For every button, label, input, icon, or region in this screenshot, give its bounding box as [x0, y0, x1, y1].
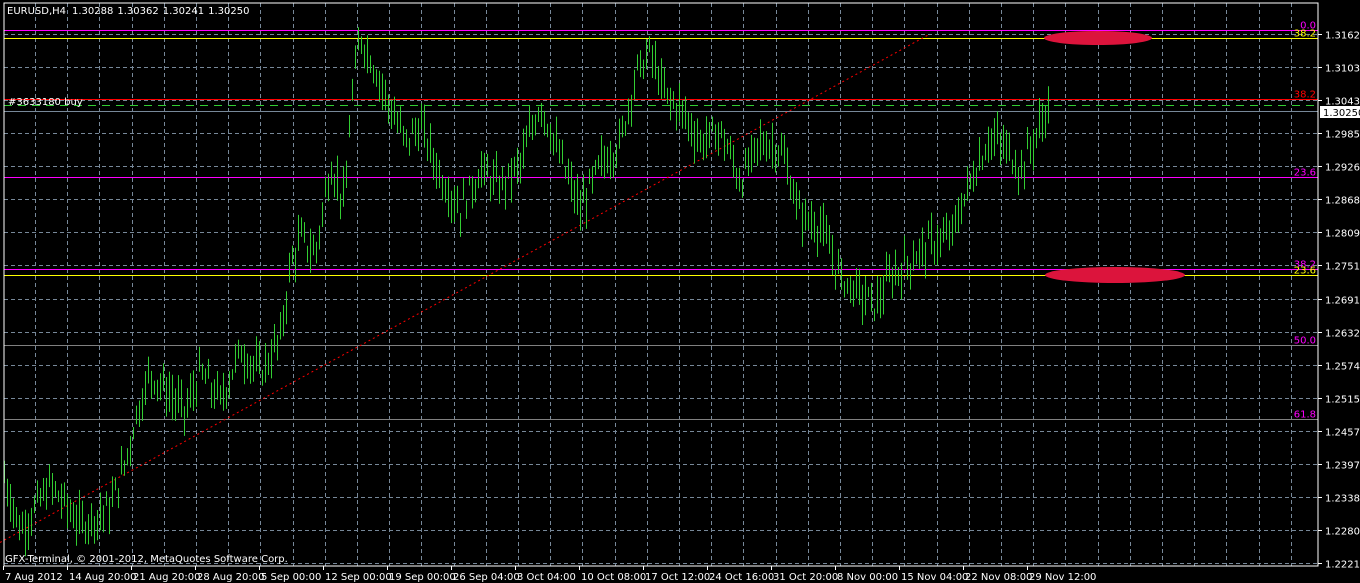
fib-level-label: 38.2	[1294, 90, 1316, 101]
x-tick-label: 8 Nov 00:00	[837, 572, 898, 583]
y-tick-label: 1.24570	[1325, 428, 1360, 439]
y-tick-label: 1.26325	[1325, 329, 1360, 340]
x-tick-label: 5 Sep 00:00	[261, 572, 321, 583]
y-tick-label: 1.25155	[1325, 395, 1360, 406]
fib-level-label: 23.6	[1294, 168, 1316, 179]
y-tick-label: 1.29850	[1325, 130, 1360, 141]
price-bars	[4, 27, 1049, 557]
y-tick-label: 1.31620	[1325, 31, 1360, 42]
x-tick-label: 14 Aug 20:00	[69, 572, 136, 583]
ellipse-bottom[interactable]	[1045, 267, 1185, 283]
fib-level-label: 23.6	[1294, 266, 1316, 277]
x-tick-label: 3 Oct 04:00	[517, 572, 576, 583]
x-tick-label: 10 Oct 08:00	[581, 572, 646, 583]
fib-level-label: 61.8	[1294, 410, 1316, 421]
x-tick-label: 29 Nov 12:00	[1029, 572, 1096, 583]
y-tick-label: 1.28095	[1325, 229, 1360, 240]
fib-level-label: 38.2	[1294, 29, 1316, 40]
x-tick-label: 26 Sep 04:00	[453, 572, 520, 583]
current-price-label: 1.30250	[1323, 108, 1360, 119]
copyright-text: GFX-Terminal, © 2001-2012, MetaQuotes So…	[5, 554, 288, 565]
high-value: 1.30362	[117, 6, 158, 17]
y-tick-label: 1.22800	[1325, 527, 1360, 538]
y-tick-label: 1.29265	[1325, 163, 1360, 174]
y-tick-label: 1.27510	[1325, 262, 1360, 273]
x-tick-label: 7 Aug 2012	[5, 572, 63, 583]
ellipse-top[interactable]	[1044, 31, 1152, 45]
price-chart[interactable]: 0.038.238.223.638.223.650.061.8 1.316201…	[0, 0, 1360, 583]
x-tick-label: 19 Sep 00:00	[389, 572, 456, 583]
y-tick-label: 1.30435	[1325, 97, 1360, 108]
x-tick-label: 17 Oct 12:00	[645, 572, 710, 583]
close-value: 1.30250	[208, 6, 249, 17]
trendline[interactable]	[0, 33, 931, 543]
chart-header: EURUSD,H4 1.30288 1.30362 1.30241 1.30250	[7, 6, 249, 17]
y-tick-label: 1.23970	[1325, 461, 1360, 472]
x-tick-label: 15 Nov 04:00	[901, 572, 968, 583]
time-axis[interactable]: 7 Aug 2012 14 Aug 20:0021 Aug 20:0028 Aug…	[3, 566, 1097, 583]
x-tick-label: 22 Nov 08:00	[965, 572, 1032, 583]
y-tick-label: 1.28680	[1325, 196, 1360, 207]
y-tick-label: 1.31035	[1325, 64, 1360, 75]
y-tick-label: 1.23385	[1325, 494, 1360, 505]
symbol-timeframe: EURUSD,H4	[7, 6, 66, 17]
x-tick-label: 12 Sep 00:00	[325, 572, 392, 583]
price-marker: 1.30250	[1320, 106, 1360, 119]
y-tick-label: 1.25740	[1325, 362, 1360, 373]
fib-level-label: 50.0	[1294, 336, 1316, 347]
y-tick-label: 1.26910	[1325, 296, 1360, 307]
order-label: #3633180 buy	[8, 97, 83, 108]
low-value: 1.30241	[163, 6, 204, 17]
x-tick-label: 24 Oct 16:00	[709, 572, 774, 583]
x-tick-label: 21 Aug 20:00	[133, 572, 200, 583]
y-tick-label: 1.22215	[1325, 560, 1360, 571]
x-tick-label: 28 Aug 20:00	[197, 572, 264, 583]
x-tick-label: 31 Oct 20:00	[773, 572, 838, 583]
open-value: 1.30288	[72, 6, 113, 17]
